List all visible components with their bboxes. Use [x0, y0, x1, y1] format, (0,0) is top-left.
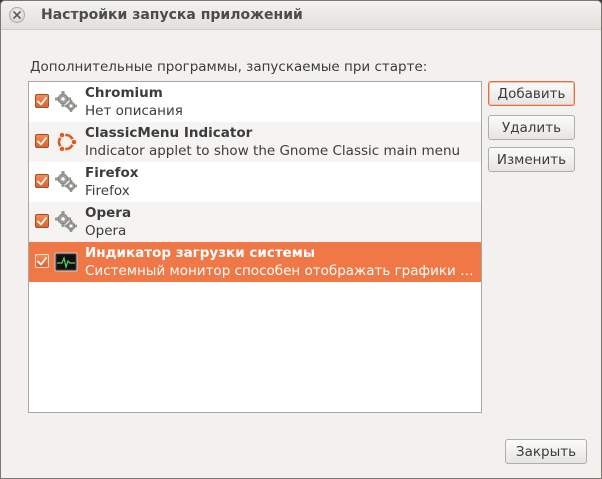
window-title: Настройки запуска приложений	[41, 7, 303, 23]
enable-checkbox[interactable]	[35, 94, 49, 108]
checkmark-icon	[37, 136, 47, 145]
app-name: Chromium	[85, 85, 163, 101]
app-description: Нет описания	[85, 103, 183, 119]
app-description: Системный монитор способен отображать гр…	[85, 263, 477, 279]
section-label: Дополнительные программы, запускаемые пр…	[30, 59, 428, 75]
checkmark-icon	[37, 216, 47, 225]
checkmark-icon	[37, 96, 47, 105]
enable-checkbox[interactable]	[35, 254, 49, 268]
close-icon	[13, 11, 21, 19]
list-item[interactable]: ClassicMenu Indicator Indicator applet t…	[29, 122, 481, 162]
app-description: Opera	[85, 223, 127, 239]
list-item[interactable]: Chromium Нет описания	[29, 82, 481, 122]
app-name: Firefox	[85, 165, 139, 181]
edit-button[interactable]: Изменить	[488, 147, 575, 172]
list-item[interactable]: Firefox Firefox	[29, 162, 481, 202]
system-monitor-icon	[54, 250, 78, 274]
app-name: ClassicMenu Indicator	[85, 125, 253, 141]
app-description: Indicator applet to show the Gnome Class…	[85, 143, 461, 159]
app-name: Индикатор загрузки системы	[85, 245, 316, 261]
enable-checkbox[interactable]	[35, 174, 49, 188]
gear-icon	[54, 210, 78, 234]
enable-checkbox[interactable]	[35, 214, 49, 228]
list-item[interactable]: Opera Opera	[29, 202, 481, 242]
titlebar: Настройки запуска приложений	[1, 1, 601, 30]
ubuntu-logo-icon	[54, 130, 78, 154]
add-button[interactable]: Добавить	[488, 81, 575, 106]
window-close-button[interactable]	[9, 7, 25, 23]
enable-checkbox[interactable]	[35, 134, 49, 148]
close-button[interactable]: Закрыть	[505, 439, 587, 464]
startup-app-list[interactable]: Chromium Нет описания ClassicMenu Indica…	[28, 81, 482, 413]
startup-apps-dialog: Настройки запуска приложений Дополнитель…	[0, 0, 602, 479]
remove-button[interactable]: Удалить	[488, 115, 575, 140]
gear-icon	[54, 170, 78, 194]
checkmark-icon	[37, 176, 47, 185]
app-name: Opera	[85, 205, 132, 221]
list-item[interactable]: Индикатор загрузки системы Системный мон…	[29, 242, 481, 282]
gear-icon	[54, 90, 78, 114]
checkmark-icon	[37, 256, 47, 265]
app-description: Firefox	[85, 183, 130, 199]
